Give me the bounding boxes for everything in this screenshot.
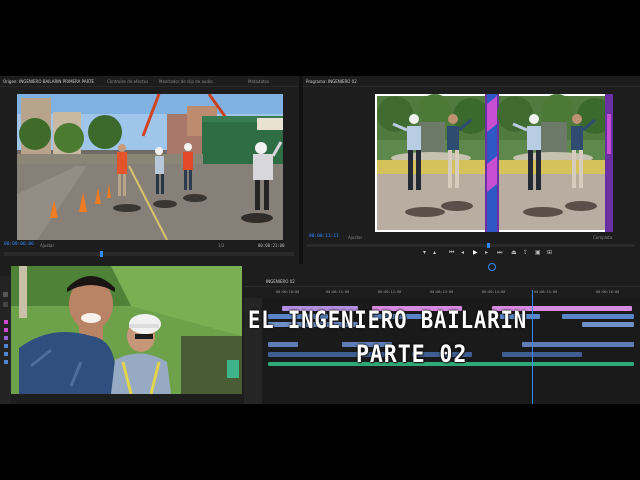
program-tab-bar: Programa: INGENIERO 02 <box>303 76 640 87</box>
audio-mixer-tab[interactable]: Mezclador de clip de audio <box>159 79 213 84</box>
program-tab[interactable]: Programa: INGENIERO 02 <box>306 79 357 84</box>
mark-out-icon[interactable]: ▴ <box>433 250 436 256</box>
label-color-chip-6 <box>4 360 8 364</box>
play-icon[interactable]: ▶ <box>473 250 478 256</box>
program-playhead[interactable] <box>487 243 490 248</box>
label-color-chip-2 <box>4 328 8 332</box>
program-fit-dropdown[interactable]: Ajustar <box>348 235 362 240</box>
audio-clip[interactable] <box>502 352 582 357</box>
go-to-end-icon[interactable]: ⏭ <box>497 250 502 256</box>
lift-icon[interactable]: ⏏ <box>511 250 517 256</box>
label-color-chip-5 <box>4 352 8 356</box>
program-bottom-indicator <box>488 263 496 271</box>
ruler-label: 00:00:13:00 <box>430 290 454 294</box>
track-select-icon[interactable] <box>3 302 8 307</box>
selfie-image <box>11 266 242 394</box>
source-timecode-out: 00:00:21:00 <box>258 243 285 248</box>
effect-controls-tab[interactable]: Controles de efectos <box>107 79 148 84</box>
dance-split-scene <box>375 94 613 232</box>
source-tab[interactable]: Origen: INGENIERO BAILARIN PRIMERA PARTE <box>3 79 94 84</box>
export-frame-icon[interactable]: ▣ <box>535 250 541 256</box>
metadata-tab[interactable]: Metadatos <box>248 79 269 84</box>
ruler-label: 00:00:14:00 <box>482 290 506 294</box>
source-resolution-dropdown[interactable]: 1/2 <box>218 243 224 248</box>
overlay-title-line2: PARTE 02 <box>356 340 468 368</box>
tools-strip <box>0 276 11 404</box>
sequence-tab[interactable]: INGENIERO 02 <box>266 279 295 284</box>
selection-tool-icon[interactable] <box>3 292 8 297</box>
program-scrub-bar[interactable] <box>307 243 635 248</box>
source-status-bar: 00:09:06:06 Ajustar 1/2 00:00:21:00 <box>0 240 298 250</box>
extract-icon[interactable]: ⇪ <box>523 250 528 256</box>
mark-in-icon[interactable]: ▾ <box>423 250 426 256</box>
step-back-icon[interactable]: ⏮ <box>449 250 454 256</box>
label-color-chip-1 <box>4 320 8 324</box>
source-monitor: Origen: INGENIERO BAILARIN PRIMERA PARTE… <box>0 76 298 264</box>
timeline-playhead[interactable] <box>532 290 533 404</box>
selfie-scene <box>11 266 242 394</box>
ruler-label: 00:00:16:00 <box>596 290 620 294</box>
ruler-label: 00:00:11:00 <box>326 290 350 294</box>
program-timecode-in[interactable]: 00:00:11:11 <box>309 234 339 239</box>
source-tab-bar: Origen: INGENIERO BAILARIN PRIMERA PARTE… <box>0 76 298 87</box>
source-playhead[interactable] <box>100 251 103 257</box>
premiere-workspace: Origen: INGENIERO BAILARIN PRIMERA PARTE… <box>0 76 640 404</box>
program-status-bar: 00:00:11:11 Ajustar Completa <box>303 232 640 242</box>
source-scrub-bar[interactable] <box>4 251 294 257</box>
source-timecode-in[interactable]: 00:09:06:06 <box>4 242 34 247</box>
construction-site-scene <box>17 94 283 240</box>
step-forward-icon[interactable]: ▸ <box>485 250 488 256</box>
source-fit-dropdown[interactable]: Ajustar <box>40 243 54 248</box>
program-video-frame[interactable] <box>375 94 613 232</box>
compare-icon[interactable]: ⊞ <box>547 250 552 256</box>
timeline-tab-bar: INGENIERO 02 <box>244 276 640 287</box>
audio-clip[interactable] <box>268 342 298 347</box>
label-color-chip-3 <box>4 336 8 340</box>
video-clip[interactable] <box>582 322 634 327</box>
ruler-label: 00:00:10:00 <box>276 290 300 294</box>
program-monitor: Programa: INGENIERO 02 00:00:11:11 Ajust… <box>303 76 640 276</box>
ruler-label: 00:00:12:00 <box>378 290 402 294</box>
rewind-icon[interactable]: ◂ <box>461 250 464 256</box>
overlay-title-line1: EL INGENIERO BAILARIN <box>248 306 528 334</box>
video-clip[interactable] <box>562 314 634 319</box>
ruler-label: 00:00:15:00 <box>534 290 558 294</box>
source-video-frame[interactable] <box>17 94 283 240</box>
program-resolution-dropdown[interactable]: Completa <box>593 235 612 240</box>
label-color-chip-4 <box>4 344 8 348</box>
audio-clip[interactable] <box>522 342 634 347</box>
program-transport-controls: ▾ ▴ ⏮ ◂ ▶ ▸ ⏭ ⏏ ⇪ ▣ ⊞ <box>421 250 561 258</box>
